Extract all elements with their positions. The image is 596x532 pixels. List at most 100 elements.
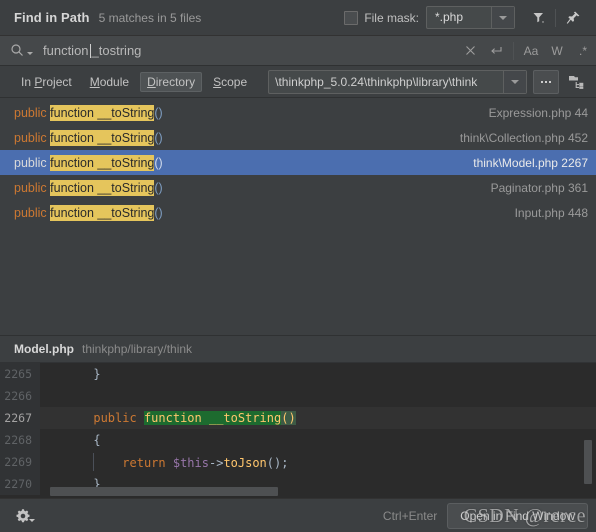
ellipsis-icon xyxy=(541,80,551,83)
call-tail: (); xyxy=(266,456,289,470)
table-row[interactable]: public function __toString() think\Colle… xyxy=(0,125,596,150)
line-text: return $this->toJson(); xyxy=(40,453,288,471)
file-mask-combo[interactable]: *.php xyxy=(426,6,515,29)
return-arrow-icon[interactable] xyxy=(483,36,509,66)
result-match-name: __toString xyxy=(97,204,155,221)
result-file-ref: think\Collection.php 452 xyxy=(459,130,588,145)
scope-tab-in-project[interactable]: In Project xyxy=(14,72,79,92)
result-suffix: () xyxy=(154,105,163,120)
scope-row: In Project Module Directory Scope \think… xyxy=(0,66,596,98)
result-code: public function __toString() xyxy=(14,179,163,196)
call-tojson: toJson xyxy=(223,456,267,470)
results-list[interactable]: public function __toString() Expression.… xyxy=(0,98,596,335)
preview-header: Model.php thinkphp/library/think xyxy=(0,336,596,363)
search-row: function _tostring Aa W .* xyxy=(0,36,596,66)
gear-icon[interactable] xyxy=(12,503,38,529)
editor-line-current: 2267 public function __toString() xyxy=(0,407,596,429)
match-case-toggle[interactable]: Aa xyxy=(518,36,544,66)
result-match-keyword: function xyxy=(50,104,94,121)
line-number: 2269 xyxy=(0,451,40,473)
search-divider xyxy=(513,41,514,60)
fn-name-highlight: __toString xyxy=(208,411,282,425)
result-code: public function __toString() xyxy=(14,204,163,221)
result-suffix: () xyxy=(154,180,163,195)
table-row[interactable]: public function __toString() think\Model… xyxy=(0,150,596,175)
result-file-ref: Paginator.php 361 xyxy=(490,180,588,195)
editor-line: 2265 } xyxy=(0,363,596,385)
line-number: 2270 xyxy=(0,473,40,495)
search-input[interactable]: function _tostring xyxy=(43,43,457,58)
result-match-name: __toString xyxy=(97,129,155,146)
result-prefix: public xyxy=(14,130,51,145)
file-mask-checkbox[interactable] xyxy=(344,10,359,25)
fn-parens: () xyxy=(281,411,296,425)
file-mask-label: File mask: xyxy=(364,10,419,25)
preview-panel: Model.php thinkphp/library/think 2265 } … xyxy=(0,335,596,498)
line-text: public function __toString() xyxy=(40,411,296,425)
result-file-ref: Expression.php 44 xyxy=(488,105,588,120)
chevron-down-icon[interactable] xyxy=(491,7,514,28)
open-in-find-window-button[interactable]: Open in Find Window xyxy=(447,502,588,529)
result-match-name: __toString xyxy=(97,179,155,196)
chevron-down-icon[interactable] xyxy=(503,70,526,93)
project-tree-icon[interactable] xyxy=(564,71,588,93)
regex-toggle[interactable]: .* xyxy=(570,36,596,66)
result-code: public function __toString() xyxy=(14,154,163,171)
filter-funnel-icon[interactable] xyxy=(525,5,551,31)
dialog-titlebar: Find in Path 5 matches in 5 files File m… xyxy=(0,0,596,36)
result-code: public function __toString() xyxy=(14,129,163,146)
editor-vertical-scrollbar[interactable] xyxy=(584,440,592,484)
line-number: 2265 xyxy=(0,363,40,385)
result-match-name: __toString xyxy=(97,104,155,121)
search-value-tail: _tostring xyxy=(91,43,142,58)
preview-editor[interactable]: 2265 } 2266 2267 public function __toStr… xyxy=(0,363,596,498)
preview-file-path: thinkphp/library/think xyxy=(82,342,193,356)
line-number: 2268 xyxy=(0,429,40,451)
table-row[interactable]: public function __toString() Paginator.p… xyxy=(0,175,596,200)
pin-icon[interactable] xyxy=(560,5,586,31)
browse-directory-button[interactable] xyxy=(533,69,559,94)
whole-words-toggle[interactable]: W xyxy=(544,36,570,66)
result-prefix: public xyxy=(14,105,51,120)
result-match-keyword: function xyxy=(50,179,94,196)
directory-path-combo[interactable]: \thinkphp_5.0.24\thinkphp\library\think xyxy=(268,69,527,94)
scope-tab-directory[interactable]: Directory xyxy=(140,71,203,92)
result-suffix: () xyxy=(154,155,163,170)
scope-tab-scope[interactable]: Scope xyxy=(206,72,254,92)
arrow-op: -> xyxy=(208,456,224,470)
result-prefix: public xyxy=(14,205,51,220)
table-row[interactable]: public function __toString() Input.php 4… xyxy=(0,200,596,225)
result-match-keyword: function xyxy=(50,154,94,171)
close-icon[interactable] xyxy=(457,36,483,66)
scope-tab-module[interactable]: Module xyxy=(83,72,136,92)
toolbar-divider xyxy=(555,8,556,27)
result-match-name: __toString xyxy=(97,154,155,171)
shortcut-hint: Ctrl+Enter xyxy=(382,508,438,523)
line-number: 2266 xyxy=(0,385,40,407)
editor-horizontal-scrollbar[interactable] xyxy=(50,487,278,496)
line-text: { xyxy=(50,433,101,447)
var-this: $this xyxy=(172,456,209,470)
result-match-keyword: function xyxy=(50,129,94,146)
table-row[interactable]: public function __toString() Expression.… xyxy=(0,100,596,125)
result-prefix: public xyxy=(14,180,51,195)
editor-line: 2266 xyxy=(0,385,596,407)
text-caret xyxy=(89,43,91,58)
editor-line: 2269 return $this->toJson(); xyxy=(0,451,596,473)
result-suffix: () xyxy=(154,205,163,220)
search-actions: Aa W .* xyxy=(457,36,596,65)
search-value-head: function xyxy=(43,43,89,58)
dialog-footer: Ctrl+Enter Open in Find Window xyxy=(0,498,596,532)
result-match-keyword: function xyxy=(50,204,94,221)
kw-return: return xyxy=(122,456,166,470)
line-text: } xyxy=(50,367,101,381)
find-in-path-dialog: Find in Path 5 matches in 5 files File m… xyxy=(0,0,596,532)
search-icon[interactable] xyxy=(10,43,33,58)
page-title: Find in Path xyxy=(14,10,90,25)
directory-path-value[interactable]: \thinkphp_5.0.24\thinkphp\library\think xyxy=(269,71,503,93)
file-mask-value[interactable]: *.php xyxy=(427,7,491,28)
preview-file-name: Model.php xyxy=(14,342,74,356)
result-file-ref: Input.php 448 xyxy=(514,205,588,220)
result-code: public function __toString() xyxy=(14,104,163,121)
line-number: 2267 xyxy=(0,407,40,429)
